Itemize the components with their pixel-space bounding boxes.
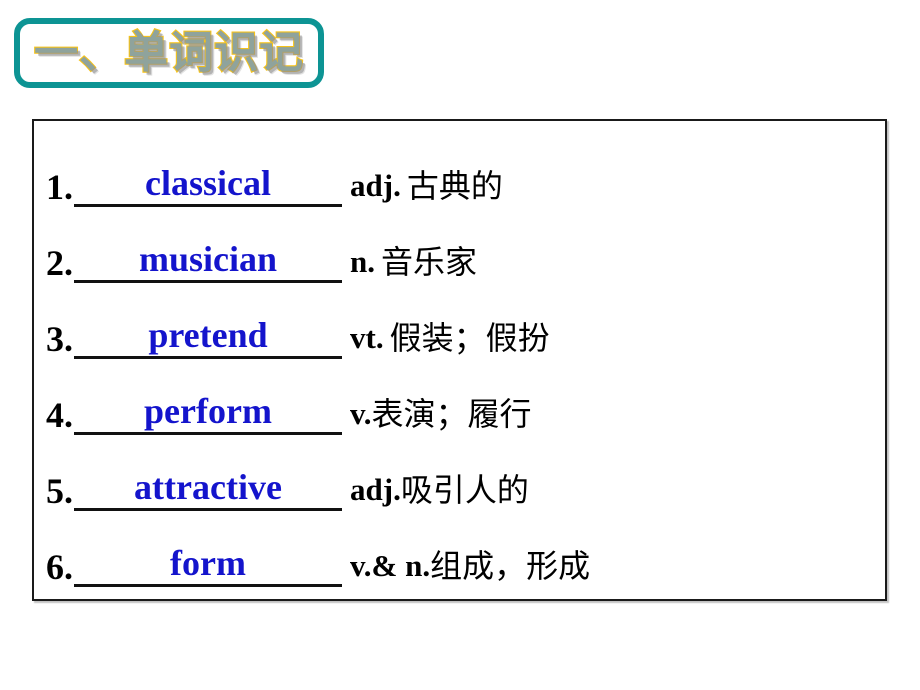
chinese-gloss: 组成，形成 [430,547,591,585]
page-title: 一、单词识记 [33,27,304,78]
chinese-gloss: 假装；假扮 [389,319,550,357]
answer-blank[interactable]: pretend [74,315,342,359]
word-meaning: vt. 假装；假扮 [342,318,550,359]
part-of-speech: v. [350,396,372,431]
section-title-plaque: 一、单词识记 [14,18,324,88]
row-index: 1. [46,167,73,207]
part-of-speech: v.& n. [350,548,431,583]
chinese-gloss: 表演；履行 [371,395,532,433]
word-list-box: 1. classical adj. 古典的 2. musician n. 音乐家… [32,119,887,601]
word-meaning: n. 音乐家 [342,242,477,283]
word-row-4: 4. perform v. 表演；履行 [46,375,879,435]
word-row-5: 5. attractive adj. 吸引人的 [46,451,879,511]
word-meaning: v.& n. 组成，形成 [342,546,590,587]
chinese-gloss: 古典的 [406,167,503,205]
chinese-gloss: 吸引人的 [400,471,529,509]
answer-blank[interactable]: form [74,543,342,587]
answer-blank[interactable]: attractive [74,467,342,511]
row-index: 3. [46,319,73,359]
word-meaning: adj. 古典的 [342,166,503,207]
row-index: 4. [46,395,73,435]
answer-blank[interactable]: musician [74,239,342,283]
row-index: 6. [46,547,73,587]
word-meaning: v. 表演；履行 [342,394,532,435]
answer-word: attractive [134,467,282,507]
word-row-2: 2. musician n. 音乐家 [46,223,879,283]
answer-blank[interactable]: classical [74,163,342,207]
answer-word: form [170,543,246,583]
word-row-3: 3. pretend vt. 假装；假扮 [46,299,879,359]
part-of-speech: adj. [350,168,401,203]
answer-word: perform [144,391,272,431]
word-list: 1. classical adj. 古典的 2. musician n. 音乐家… [34,121,885,599]
word-row-6: 6. form v.& n. 组成，形成 [46,527,879,587]
answer-word: pretend [148,315,268,355]
row-index: 5. [46,471,73,511]
row-index: 2. [46,243,73,283]
word-row-1: 1. classical adj. 古典的 [46,147,879,207]
answer-blank[interactable]: perform [74,391,342,435]
answer-word: musician [138,239,278,279]
answer-word: classical [145,163,271,203]
part-of-speech: n. [350,244,375,279]
section-title-inner: 一、单词识记 [20,24,318,82]
chinese-gloss: 音乐家 [381,243,478,281]
part-of-speech: vt. [350,320,384,355]
word-meaning: adj. 吸引人的 [342,470,529,511]
part-of-speech: adj. [350,472,401,507]
